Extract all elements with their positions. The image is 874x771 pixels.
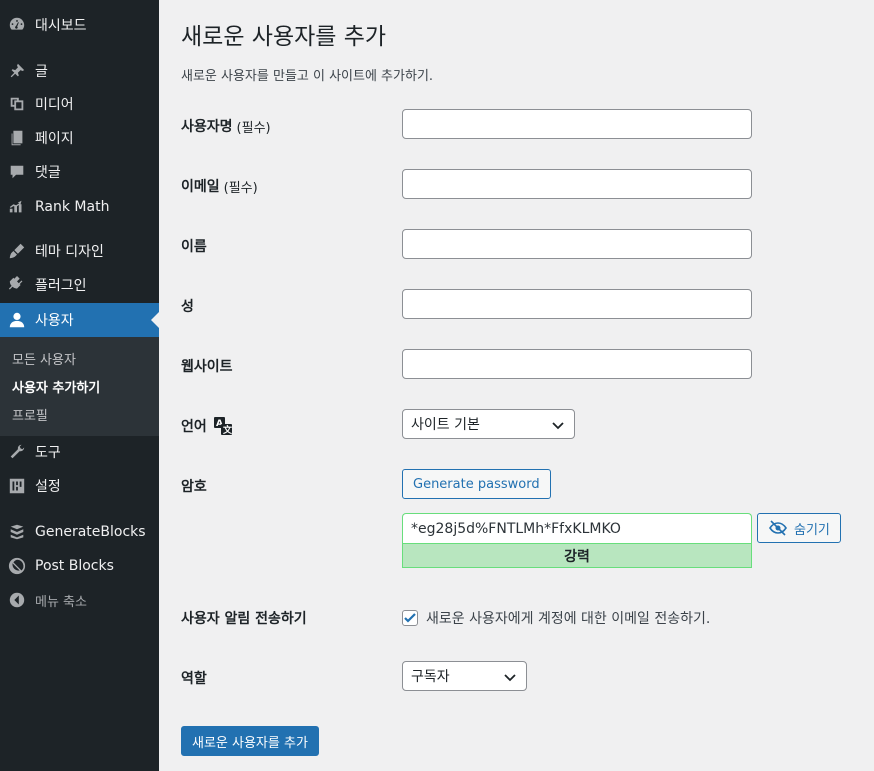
sidebar-item-label: 글 xyxy=(35,64,48,80)
dashboard-icon xyxy=(7,15,27,35)
sidebar-item-label: 사용자 xyxy=(35,313,74,329)
sidebar-item-label: 미디어 xyxy=(35,97,74,113)
username-label-text: 사용자명 xyxy=(181,119,233,135)
username-label: 사용자명 (필수) xyxy=(181,116,271,136)
language-label: 언어 A文 xyxy=(181,416,233,436)
translation-icon: A文 xyxy=(213,416,233,436)
sidebar-item-tools[interactable]: 도구 xyxy=(0,435,159,469)
submenu-profile[interactable]: 프로필 xyxy=(12,405,48,424)
sidebar-item-plugins[interactable]: 플러그인 xyxy=(0,268,159,302)
post-blocks-icon xyxy=(7,556,27,576)
password-label: 암호 xyxy=(181,479,207,495)
sidebar-item-comments[interactable]: 댓글 xyxy=(0,155,159,189)
role-label: 역할 xyxy=(181,671,207,687)
sidebar-item-appearance[interactable]: 테마 디자인 xyxy=(0,234,159,268)
role-select[interactable]: 구독자 xyxy=(402,661,527,691)
firstname-input[interactable] xyxy=(402,229,752,259)
language-select-value: 사이트 기본 xyxy=(411,417,480,433)
page-description: 새로운 사용자를 만들고 이 사이트에 추가하기. xyxy=(181,69,434,84)
notify-checkbox-label[interactable]: 새로운 사용자에게 계정에 대한 이메일 전송하기. xyxy=(426,608,710,628)
main-content: 새로운 사용자를 추가 새로운 사용자를 만들고 이 사이트에 추가하기. 사용… xyxy=(159,0,874,771)
website-input[interactable] xyxy=(402,349,752,379)
plugin-icon xyxy=(7,275,27,295)
website-label: 웹사이트 xyxy=(181,359,233,375)
blocks-icon xyxy=(7,522,27,542)
user-icon xyxy=(7,310,27,330)
media-icon xyxy=(7,94,27,114)
collapse-icon xyxy=(7,590,27,610)
language-label-text: 언어 xyxy=(181,419,207,435)
sidebar-item-label: 대시보드 xyxy=(35,18,87,34)
chevron-down-icon xyxy=(552,422,564,430)
generate-password-button[interactable]: Generate password xyxy=(402,469,551,499)
comment-icon xyxy=(7,162,27,182)
rank-math-icon xyxy=(7,197,27,217)
lastname-input[interactable] xyxy=(402,289,752,319)
sidebar-item-label: 메뉴 축소 xyxy=(35,594,87,610)
sidebar-item-posts[interactable]: 글 xyxy=(0,54,159,88)
users-submenu: 모든 사용자 사용자 추가하기 프로필 xyxy=(0,337,159,436)
sidebar-item-rank-math[interactable]: Rank Math xyxy=(0,190,159,224)
page-icon xyxy=(7,128,27,148)
wrench-icon xyxy=(7,442,27,462)
sidebar-item-label: Rank Math xyxy=(35,199,110,215)
sidebar-item-post-blocks[interactable]: Post Blocks xyxy=(0,549,159,583)
language-select[interactable]: 사이트 기본 xyxy=(402,409,575,439)
password-input[interactable]: *eg28j5d%FNTLMh*FfxKLMKO xyxy=(402,513,752,543)
svg-text:文: 文 xyxy=(222,424,233,436)
page-title: 새로운 사용자를 추가 xyxy=(181,24,387,50)
username-input[interactable] xyxy=(402,109,752,139)
hide-password-button[interactable]: 숨기기 xyxy=(757,513,841,543)
pin-icon xyxy=(7,61,27,81)
role-select-value: 구독자 xyxy=(411,669,450,685)
submenu-all-users[interactable]: 모든 사용자 xyxy=(12,349,76,368)
email-label-text: 이메일 xyxy=(181,179,220,195)
required-marker: (필수) xyxy=(223,180,258,196)
sidebar-item-media[interactable]: 미디어 xyxy=(0,87,159,121)
password-strength-indicator: 강력 xyxy=(402,543,752,568)
email-input[interactable] xyxy=(402,169,752,199)
collapse-menu-button[interactable]: 메뉴 축소 xyxy=(0,583,159,617)
settings-icon xyxy=(7,476,27,496)
checkmark-icon xyxy=(404,613,416,623)
sidebar-item-label: 플러그인 xyxy=(35,278,87,294)
sidebar-item-label: 도구 xyxy=(35,445,61,461)
sidebar-item-label: 테마 디자인 xyxy=(35,244,104,260)
admin-sidebar: 대시보드 글 미디어 페이지 댓글 Rank Math 테마 디자인 플러그인 … xyxy=(0,0,159,771)
hide-password-label: 숨기기 xyxy=(794,522,830,538)
sidebar-item-label: Post Blocks xyxy=(35,558,114,574)
email-label: 이메일 (필수) xyxy=(181,176,258,196)
sidebar-item-dashboard[interactable]: 대시보드 xyxy=(0,8,159,42)
sidebar-item-label: 댓글 xyxy=(35,165,61,181)
sidebar-item-users[interactable]: 사용자 xyxy=(0,303,159,337)
sidebar-item-settings[interactable]: 설정 xyxy=(0,469,159,503)
notify-checkbox[interactable] xyxy=(402,610,418,626)
brush-icon xyxy=(7,241,27,261)
firstname-label: 이름 xyxy=(181,239,207,255)
notify-label: 사용자 알림 전송하기 xyxy=(181,611,307,627)
sidebar-item-label: GenerateBlocks xyxy=(35,524,146,540)
sidebar-item-pages[interactable]: 페이지 xyxy=(0,121,159,155)
eye-hidden-icon xyxy=(769,520,787,536)
sidebar-item-label: 설정 xyxy=(35,479,61,495)
sidebar-item-generateblocks[interactable]: GenerateBlocks xyxy=(0,515,159,549)
chevron-down-icon xyxy=(504,674,516,682)
add-new-user-button[interactable]: 새로운 사용자를 추가 xyxy=(181,726,319,756)
lastname-label: 성 xyxy=(181,299,194,315)
submenu-add-user[interactable]: 사용자 추가하기 xyxy=(12,377,100,396)
sidebar-item-label: 페이지 xyxy=(35,131,74,147)
required-marker: (필수) xyxy=(236,120,271,136)
